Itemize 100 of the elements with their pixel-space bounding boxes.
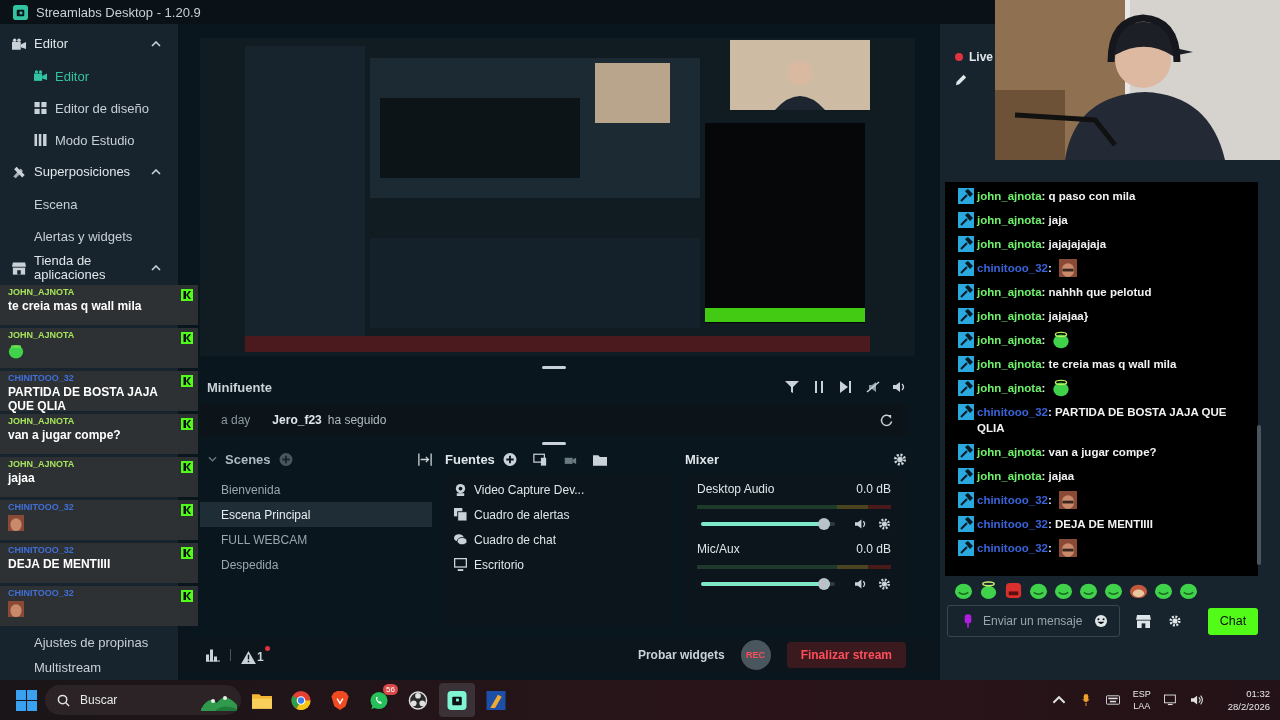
emote-icon[interactable] [1154, 581, 1173, 600]
event-user: Jero_f23 [272, 413, 322, 427]
stats-icon[interactable] [206, 648, 220, 662]
emote-icon [1056, 259, 1079, 277]
gavel-icon [958, 540, 974, 556]
tools-icon [12, 165, 26, 179]
resize-handle[interactable] [541, 365, 566, 369]
skip-icon[interactable] [839, 381, 853, 393]
live-status: Live [969, 50, 993, 64]
chat-message: john_ajnota: jajajaa} [977, 309, 1089, 324]
chat-username: JOHN_AJNOTA [8, 459, 76, 470]
emote-icon [8, 343, 24, 359]
message-input[interactable]: Enviar un mensaje [981, 613, 1095, 629]
emote-icon[interactable] [1104, 581, 1123, 600]
emote-icon [8, 515, 24, 531]
volume-slider[interactable] [701, 578, 836, 590]
settings-icon[interactable] [878, 578, 891, 590]
refresh-icon[interactable] [880, 413, 893, 427]
devices-icon[interactable] [532, 452, 547, 466]
slider-thumb[interactable] [818, 518, 831, 530]
add-icon[interactable] [502, 452, 517, 466]
source-item[interactable]: Video Capture Dev... [445, 477, 672, 502]
taskbar-app[interactable] [439, 683, 475, 717]
volume-icon[interactable] [893, 381, 907, 393]
chevron-icon [151, 169, 161, 175]
emote-icon[interactable] [1079, 581, 1098, 600]
gavel-icon [958, 404, 974, 420]
scene-item[interactable]: Escena Principal [200, 502, 432, 527]
logo-icon [181, 590, 193, 602]
mute-icon[interactable] [866, 381, 880, 393]
sidebar-item[interactable]: Ajustes de propinas [0, 630, 178, 655]
folder-icon[interactable] [592, 452, 607, 466]
message-text: te creia mas q wall mila [8, 299, 143, 313]
chat-button[interactable]: Chat [1208, 607, 1258, 635]
filter-icon[interactable] [785, 381, 799, 393]
chevron-icon[interactable] [1051, 694, 1066, 706]
emote-icon[interactable] [979, 581, 998, 600]
scene-item[interactable]: FULL WEBCAM [200, 527, 432, 552]
volume-slider[interactable] [701, 518, 836, 530]
gavel-icon [958, 260, 974, 276]
emote-icon[interactable] [1054, 581, 1073, 600]
gavel-icon [958, 444, 974, 460]
resize-handle[interactable] [541, 441, 566, 445]
settings-icon[interactable] [878, 518, 891, 530]
pause-icon[interactable] [812, 381, 826, 393]
settings-icon[interactable] [893, 452, 907, 466]
monitor-icon[interactable] [1163, 694, 1178, 706]
source-item[interactable]: Escritorio [445, 552, 672, 577]
keyboard-icon[interactable] [1105, 694, 1120, 706]
logo-icon [181, 547, 193, 559]
source-item[interactable]: Cuadro de alertas [445, 502, 672, 527]
search-input[interactable]: Buscar [78, 692, 172, 708]
gavel-icon [958, 516, 974, 532]
sidebar-item[interactable]: Escena [0, 188, 178, 220]
source-item[interactable]: Cuadro de chat [445, 527, 672, 552]
emote-icon[interactable] [1029, 581, 1048, 600]
chevron-icon [151, 41, 161, 47]
chat-icon [454, 533, 467, 546]
scene-item[interactable]: Despedida [200, 552, 432, 577]
pencil-icon[interactable] [955, 74, 967, 86]
emote-icon[interactable] [954, 581, 973, 600]
emote-icon[interactable] [1179, 581, 1198, 600]
chat-username: CHINITOOO_32 [8, 588, 75, 599]
message-field[interactable]: Enviar un mensaje [947, 605, 1120, 637]
channel-name: Mic/Aux [697, 542, 740, 556]
copy-icon [454, 508, 467, 521]
slider-thumb[interactable] [818, 578, 831, 590]
chevron-icon [151, 265, 161, 271]
store-icon[interactable] [1136, 614, 1151, 628]
clock[interactable]: 01:32 28/2/2026 [1227, 687, 1270, 713]
sidebar-group[interactable]: Superposiciones [0, 156, 178, 188]
sidebar-item[interactable]: Modo Estudio [0, 124, 178, 156]
alert-button[interactable]: 1 [241, 646, 270, 664]
volume-icon[interactable] [1190, 694, 1205, 706]
chat-message: chinitooo_32: PARTIDA DE BOSTA JAJA QUE QLIA [977, 405, 1228, 436]
sidebar-group[interactable]: Editor [0, 28, 178, 60]
message-text: PARTIDA DE BOSTA JAJA QUE QLIA [8, 385, 159, 413]
sidebar-item[interactable]: Multistream [0, 655, 178, 680]
end-stream-button[interactable]: Finalizar stream [786, 642, 906, 668]
scrollbar[interactable] [1257, 425, 1261, 565]
collapse-icon[interactable] [418, 452, 432, 466]
taskbar-app[interactable]: 56 [361, 683, 397, 717]
gavel-icon [958, 332, 974, 348]
sidebar-item[interactable]: Alertas y widgets [0, 220, 178, 252]
emote-icon [8, 601, 24, 617]
test-widgets-button[interactable]: Probar widgets [631, 648, 731, 662]
sidebar-item[interactable]: Editor [0, 60, 178, 92]
emoji-icon[interactable] [1095, 615, 1107, 627]
sidebar-item[interactable]: Editor de diseño [0, 92, 178, 124]
gavel-icon [958, 468, 974, 484]
settings-icon[interactable] [1169, 615, 1181, 627]
chat-message: john_ajnota: [977, 381, 1046, 396]
windows-icon[interactable] [16, 689, 37, 711]
grid-icon [34, 102, 47, 114]
search-field[interactable]: Buscar [45, 685, 241, 715]
sidebar-group[interactable]: Tienda de aplicaciones [0, 252, 178, 284]
browser-icon [291, 690, 311, 710]
scene-item[interactable]: Bienvenida [200, 477, 432, 502]
language-indicator[interactable]: ESP LAA [1132, 688, 1151, 712]
chat-message: john_ajnota: jajajajajaja [977, 237, 1107, 252]
